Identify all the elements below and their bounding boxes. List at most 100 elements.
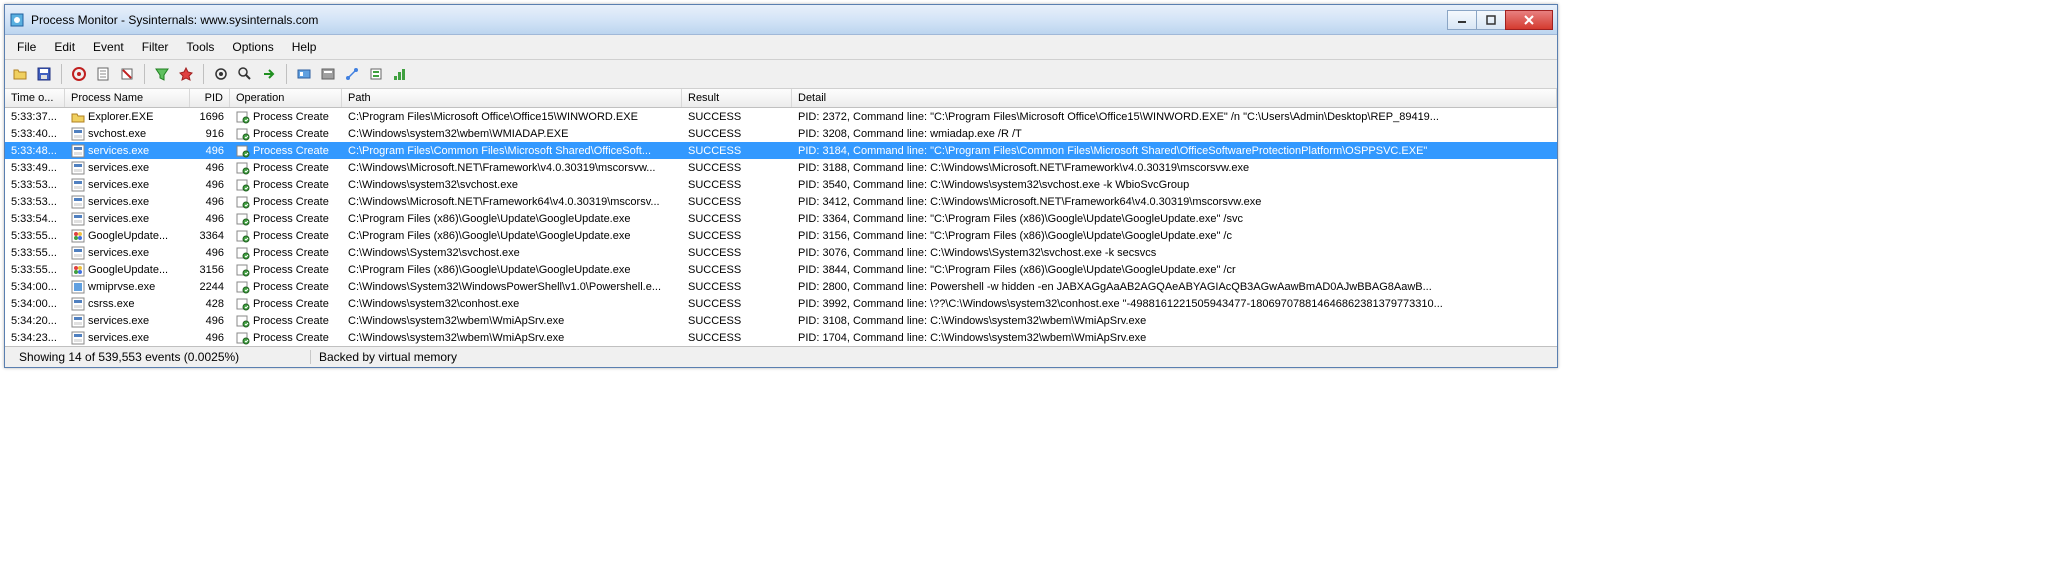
cell-detail: PID: 3076, Command line: C:\Windows\Syst… bbox=[792, 247, 1557, 259]
cell-pid: 496 bbox=[190, 213, 230, 225]
clear-icon[interactable] bbox=[116, 63, 138, 85]
rows-container: 5:33:37...Explorer.EXE1696 Process Create… bbox=[5, 108, 1557, 346]
maximize-button[interactable] bbox=[1476, 10, 1506, 30]
cell-result: SUCCESS bbox=[682, 332, 792, 344]
cell-detail: PID: 3844, Command line: "C:\Program Fil… bbox=[792, 264, 1557, 276]
cell-pid: 2244 bbox=[190, 281, 230, 293]
table-row[interactable]: 5:33:55...services.exe496Process CreateC… bbox=[5, 244, 1557, 261]
minimize-button[interactable] bbox=[1447, 10, 1477, 30]
table-row[interactable]: 5:33:53...services.exe496Process CreateC… bbox=[5, 176, 1557, 193]
show-network-icon[interactable] bbox=[341, 63, 363, 85]
capture-icon[interactable] bbox=[68, 63, 90, 85]
cell-path: C:\Windows\system32\conhost.exe bbox=[342, 298, 682, 310]
process-icon bbox=[71, 331, 85, 345]
event-list[interactable]: Time o... Process Name PID Operation Pat… bbox=[5, 89, 1557, 346]
process-icon bbox=[71, 280, 85, 294]
operation-icon bbox=[236, 195, 250, 209]
process-icon bbox=[71, 212, 85, 226]
cell-operation: Process Create bbox=[230, 246, 342, 260]
window-controls bbox=[1448, 10, 1553, 30]
table-row[interactable]: 5:33:54...services.exe496Process CreateC… bbox=[5, 210, 1557, 227]
table-row[interactable]: 5:33:40...svchost.exe916Process CreateC:… bbox=[5, 125, 1557, 142]
menu-tools[interactable]: Tools bbox=[178, 37, 222, 57]
menu-filter[interactable]: Filter bbox=[134, 37, 177, 57]
cell-time: 5:33:37... bbox=[5, 111, 65, 123]
cell-time: 5:33:48... bbox=[5, 145, 65, 157]
table-row[interactable]: 5:34:00...wmiprvse.exe2244Process Create… bbox=[5, 278, 1557, 295]
cell-detail: PID: 2372, Command line: "C:\Program Fil… bbox=[792, 111, 1557, 123]
table-row[interactable]: 5:33:55...GoogleUpdate...3364Process Cre… bbox=[5, 227, 1557, 244]
titlebar[interactable]: Process Monitor - Sysinternals: www.sysi… bbox=[5, 5, 1557, 35]
cell-result: SUCCESS bbox=[682, 281, 792, 293]
operation-icon bbox=[236, 110, 250, 124]
cell-detail: PID: 3184, Command line: "C:\Program Fil… bbox=[792, 145, 1557, 157]
status-event-count: Showing 14 of 539,553 events (0.0025%) bbox=[11, 350, 311, 364]
header-path[interactable]: Path bbox=[342, 89, 682, 107]
header-time[interactable]: Time o... bbox=[5, 89, 65, 107]
save-icon[interactable] bbox=[33, 63, 55, 85]
cell-process: svchost.exe bbox=[65, 127, 190, 141]
cell-pid: 496 bbox=[190, 247, 230, 259]
toolbar-sep bbox=[61, 64, 62, 84]
header-operation[interactable]: Operation bbox=[230, 89, 342, 107]
menu-help[interactable]: Help bbox=[284, 37, 325, 57]
menu-edit[interactable]: Edit bbox=[46, 37, 83, 57]
show-profiling-icon[interactable] bbox=[389, 63, 411, 85]
cell-operation: Process Create bbox=[230, 280, 342, 294]
cell-pid: 496 bbox=[190, 332, 230, 344]
show-process-icon[interactable] bbox=[365, 63, 387, 85]
menu-event[interactable]: Event bbox=[85, 37, 132, 57]
cell-pid: 496 bbox=[190, 196, 230, 208]
jump-icon[interactable] bbox=[258, 63, 280, 85]
cell-pid: 1696 bbox=[190, 111, 230, 123]
table-row[interactable]: 5:34:00...csrss.exe428Process CreateC:\W… bbox=[5, 295, 1557, 312]
app-window: Process Monitor - Sysinternals: www.sysi… bbox=[4, 4, 1558, 368]
cell-result: SUCCESS bbox=[682, 179, 792, 191]
autoscroll-icon[interactable] bbox=[92, 63, 114, 85]
table-row[interactable]: 5:34:20...services.exe496Process CreateC… bbox=[5, 312, 1557, 329]
toolbar-sep bbox=[286, 64, 287, 84]
header-detail[interactable]: Detail bbox=[792, 89, 1557, 107]
process-icon bbox=[71, 110, 85, 124]
table-row[interactable]: 5:33:53...services.exe496Process CreateC… bbox=[5, 193, 1557, 210]
cell-process: Explorer.EXE bbox=[65, 110, 190, 124]
table-row[interactable]: 5:33:37...Explorer.EXE1696Process Create… bbox=[5, 108, 1557, 125]
table-row[interactable]: 5:33:48...services.exe496Process CreateC… bbox=[5, 142, 1557, 159]
header-pid[interactable]: PID bbox=[190, 89, 230, 107]
process-icon bbox=[71, 263, 85, 277]
cell-path: C:\Program Files (x86)\Google\Update\Goo… bbox=[342, 264, 682, 276]
cell-process: services.exe bbox=[65, 246, 190, 260]
show-registry-icon[interactable] bbox=[293, 63, 315, 85]
include-process-icon[interactable] bbox=[210, 63, 232, 85]
cell-detail: PID: 3156, Command line: "C:\Program Fil… bbox=[792, 230, 1557, 242]
operation-icon bbox=[236, 331, 250, 345]
show-filesystem-icon[interactable] bbox=[317, 63, 339, 85]
cell-pid: 428 bbox=[190, 298, 230, 310]
process-icon bbox=[71, 161, 85, 175]
header-result[interactable]: Result bbox=[682, 89, 792, 107]
operation-icon bbox=[236, 161, 250, 175]
cell-detail: PID: 2800, Command line: Powershell -w h… bbox=[792, 281, 1557, 293]
highlight-icon[interactable] bbox=[175, 63, 197, 85]
menu-file[interactable]: File bbox=[9, 37, 44, 57]
cell-path: C:\Program Files (x86)\Google\Update\Goo… bbox=[342, 213, 682, 225]
cell-result: SUCCESS bbox=[682, 111, 792, 123]
menu-options[interactable]: Options bbox=[224, 37, 281, 57]
table-row[interactable]: 5:33:55...GoogleUpdate...3156Process Cre… bbox=[5, 261, 1557, 278]
open-icon[interactable] bbox=[9, 63, 31, 85]
cell-pid: 496 bbox=[190, 162, 230, 174]
cell-result: SUCCESS bbox=[682, 145, 792, 157]
cell-process: services.exe bbox=[65, 331, 190, 345]
filter-icon[interactable] bbox=[151, 63, 173, 85]
cell-operation: Process Create bbox=[230, 297, 342, 311]
close-button[interactable] bbox=[1505, 10, 1553, 30]
cell-time: 5:33:40... bbox=[5, 128, 65, 140]
cell-operation: Process Create bbox=[230, 263, 342, 277]
find-icon[interactable] bbox=[234, 63, 256, 85]
cell-time: 5:34:00... bbox=[5, 281, 65, 293]
table-row[interactable]: 5:33:49...services.exe496Process CreateC… bbox=[5, 159, 1557, 176]
cell-detail: PID: 3108, Command line: C:\Windows\syst… bbox=[792, 315, 1557, 327]
header-process[interactable]: Process Name bbox=[65, 89, 190, 107]
cell-pid: 496 bbox=[190, 315, 230, 327]
table-row[interactable]: 5:34:23...services.exe496Process CreateC… bbox=[5, 329, 1557, 346]
